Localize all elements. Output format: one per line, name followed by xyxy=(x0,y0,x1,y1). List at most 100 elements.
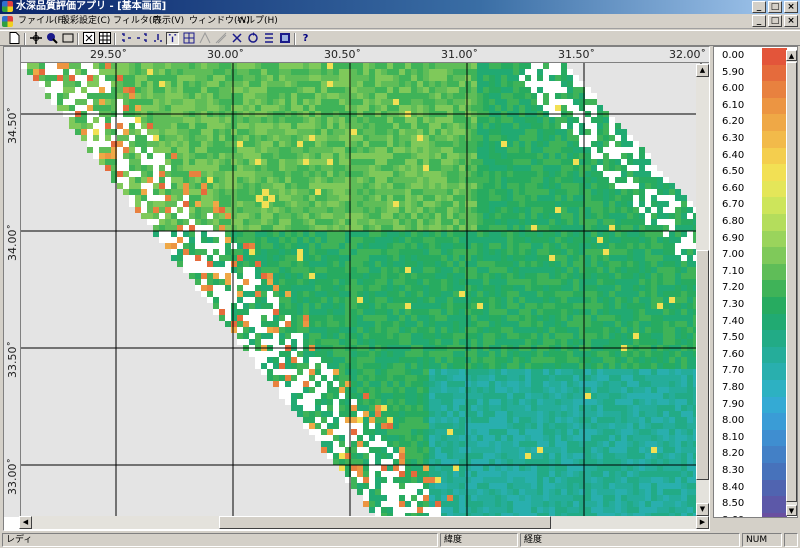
map-view[interactable]: 29.50˚ 30.00˚ 30.50˚ 31.00˚ 31.50˚ 32.00… xyxy=(3,46,710,531)
toolbar-separator xyxy=(294,33,296,45)
legend-swatch xyxy=(762,64,787,82)
bathymetry-map[interactable] xyxy=(4,47,709,517)
horizontal-scroll-thumb[interactable] xyxy=(219,516,551,529)
rectangle-select-icon[interactable] xyxy=(61,32,74,45)
caption-buttons: _ □ × xyxy=(752,1,798,13)
status-num-lock: NUM xyxy=(742,533,782,547)
legend-label: 6.70 xyxy=(722,199,745,211)
close-button[interactable]: × xyxy=(784,1,798,13)
map-horizontal-scrollbar[interactable]: ◀ ▶ xyxy=(19,516,709,529)
legend-swatch xyxy=(762,479,787,497)
status-bar: レディ 緯度 経度 NUM xyxy=(0,531,800,548)
frame-icon[interactable] xyxy=(278,32,291,45)
status-longitude: 経度 xyxy=(520,533,740,547)
legend-label: 8.10 xyxy=(722,431,745,443)
legend-label: 7.50 xyxy=(722,332,745,344)
legend-label: 5.90 xyxy=(722,66,745,78)
grid-icon[interactable] xyxy=(98,32,111,45)
legend-swatch xyxy=(762,396,787,414)
legend-scroll-thumb[interactable] xyxy=(786,62,797,502)
legend-label: 7.20 xyxy=(722,282,745,294)
longitude-label: 30.00˚ xyxy=(207,48,244,61)
legend-swatch xyxy=(762,97,787,115)
legend-swatch xyxy=(762,297,787,314)
scroll-left-button[interactable]: ◀ xyxy=(19,516,32,529)
pan-crosshair-icon[interactable] xyxy=(29,32,42,45)
legend-label: 6.30 xyxy=(722,133,745,144)
document-icon[interactable] xyxy=(2,16,13,27)
select-point-icon[interactable] xyxy=(45,32,58,45)
toolbar-separator xyxy=(114,33,116,45)
vertical-scroll-thumb[interactable] xyxy=(696,250,709,480)
maximize-button[interactable]: □ xyxy=(768,1,782,13)
line-a-icon[interactable] xyxy=(198,31,211,45)
arrow-out-top-icon[interactable] xyxy=(166,32,179,45)
new-document-icon[interactable] xyxy=(8,32,21,45)
legend-label: 6.90 xyxy=(722,232,745,244)
scroll-right-button[interactable]: ▶ xyxy=(696,516,709,529)
menu-help[interactable]: ヘルプ(H) xyxy=(237,14,278,29)
legend-swatch xyxy=(762,263,787,281)
legend-swatch xyxy=(762,330,787,348)
legend-scrollbar[interactable]: ▲ ▼ xyxy=(786,50,797,516)
list-icon[interactable] xyxy=(262,32,275,45)
title-bar: 水深品質評価アプリ - [基本画面] _ □ × xyxy=(0,0,800,14)
legend-swatch xyxy=(762,380,787,397)
scroll-up-button[interactable]: ▲ xyxy=(696,64,709,77)
legend-label: 8.40 xyxy=(722,481,745,493)
toolbar-separator xyxy=(77,33,79,45)
arrow-out-bottom-icon[interactable] xyxy=(151,32,164,45)
window-title: 水深品質評価アプリ - [基本画面] xyxy=(16,1,167,12)
arrow-in-left-icon[interactable] xyxy=(119,32,132,45)
minimize-button[interactable]: _ xyxy=(752,1,766,13)
legend-swatch xyxy=(762,180,787,198)
mdi-close-button[interactable]: × xyxy=(784,15,798,27)
arrow-cross-icon[interactable] xyxy=(230,32,243,45)
legend-swatch xyxy=(762,197,787,215)
legend-label: 7.40 xyxy=(722,315,745,327)
legend-swatch xyxy=(762,164,787,182)
mdi-restore-button[interactable]: □ xyxy=(768,15,782,27)
legend-label: 7.10 xyxy=(722,265,745,277)
legend-label: 6.00 xyxy=(722,83,745,95)
legend-swatch xyxy=(762,131,787,148)
mdi-minimize-button[interactable]: _ xyxy=(752,15,766,27)
toolbar: ? xyxy=(0,30,800,46)
latitude-label: 33.50˚ xyxy=(6,341,19,378)
legend-swatch xyxy=(762,363,787,381)
menu-file[interactable]: ファイル(F) xyxy=(18,14,66,29)
legend-swatch xyxy=(762,446,787,464)
legend-swatch xyxy=(762,81,787,99)
refresh-icon[interactable] xyxy=(246,32,259,45)
legend-label: 0.00 xyxy=(722,50,745,61)
legend-scroll-up-button[interactable]: ▲ xyxy=(786,50,797,61)
zoom-fit-icon[interactable] xyxy=(82,32,95,45)
menu-view[interactable]: 表示(V) xyxy=(153,14,184,29)
legend-label: 6.60 xyxy=(722,182,745,194)
longitude-label: 30.50˚ xyxy=(324,48,361,61)
legend-swatch xyxy=(762,48,787,65)
legend-label: 6.40 xyxy=(722,149,745,161)
legend-scroll-down-button[interactable]: ▼ xyxy=(786,505,797,516)
latitude-label: 33.00˚ xyxy=(6,458,19,495)
legend-swatch xyxy=(762,214,787,231)
longitude-label: 31.00˚ xyxy=(441,48,478,61)
legend-label: 6.80 xyxy=(722,216,745,227)
app-icon[interactable] xyxy=(2,1,13,12)
status-indicator xyxy=(784,533,798,547)
scroll-down-button[interactable]: ▼ xyxy=(696,503,709,516)
arrow-in-right-icon[interactable] xyxy=(135,32,148,45)
legend-label: 7.90 xyxy=(722,398,745,410)
help-icon[interactable]: ? xyxy=(299,32,312,45)
line-ab-icon[interactable] xyxy=(214,32,227,45)
legend-swatch xyxy=(762,429,787,447)
legend-label: 7.30 xyxy=(722,299,745,310)
legend-label: 8.50 xyxy=(722,498,745,510)
menu-color-settings[interactable]: 段彩設定(C) xyxy=(61,14,110,29)
legend-swatch xyxy=(762,147,787,165)
legend-label: 6.50 xyxy=(722,166,745,178)
mdi-caption-buttons: _ □ × xyxy=(752,15,798,27)
grid-points-icon[interactable] xyxy=(182,32,195,45)
legend-label: 7.60 xyxy=(722,348,745,360)
map-vertical-scrollbar[interactable]: ▲ ▼ xyxy=(696,64,709,516)
